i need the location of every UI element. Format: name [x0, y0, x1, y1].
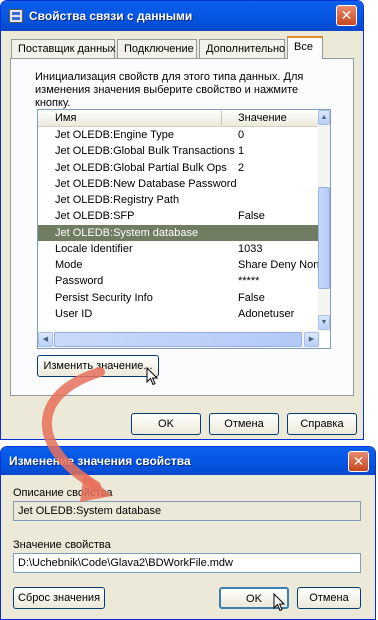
tab-provider[interactable]: Поставщик данных: [11, 39, 116, 58]
dialog2-cancel-button[interactable]: Отмена: [297, 587, 361, 609]
property-name: Mode: [55, 259, 83, 271]
dialog-titlebar[interactable]: Свойства связи с данными ✕: [1, 1, 363, 31]
property-value: Share Deny None: [238, 259, 326, 271]
property-value: 1033: [238, 242, 263, 255]
tab-advanced[interactable]: Дополнительно: [199, 39, 285, 58]
value-label: Значение свойства: [13, 539, 111, 551]
property-name: Persist Security Info: [55, 291, 153, 304]
vertical-scrollbar[interactable]: ▲ ▼: [318, 110, 330, 332]
property-row[interactable]: Persist Security Info False: [38, 290, 320, 306]
dialog2-close-button[interactable]: ✕: [348, 451, 369, 472]
mouse-cursor-icon: [146, 367, 158, 386]
close-icon: ✕: [340, 7, 353, 23]
property-value: *****: [238, 275, 260, 288]
scroll-right-button[interactable]: ▶: [304, 332, 319, 347]
property-row[interactable]: Jet OLEDB:Global Partial Bulk Ops 2: [38, 160, 320, 176]
scroll-down-button[interactable]: ▼: [318, 315, 330, 330]
cancel-button[interactable]: Отмена: [209, 413, 279, 435]
property-row[interactable]: Locale Identifier 1033: [38, 241, 320, 257]
property-name: User ID: [55, 307, 93, 320]
data-link-icon: [9, 9, 23, 23]
property-row[interactable]: Jet OLEDB:Engine Type 0: [38, 127, 320, 143]
property-row[interactable]: Jet OLEDB:Global Bulk Transactions 1: [38, 143, 320, 159]
data-link-properties-dialog: Свойства связи с данными ✕ Поставщик дан…: [0, 0, 364, 440]
dialog2-title: Изменение значения свойства: [9, 454, 191, 468]
property-name: Jet OLEDB:New Database Password: [55, 177, 237, 190]
property-name: Password: [55, 275, 104, 288]
reset-value-button[interactable]: Сброс значения: [13, 587, 105, 609]
edit-property-value-dialog: Изменение значения свойства ✕ Описание с…: [0, 446, 376, 620]
property-name: Jet OLEDB:Global Bulk Transactions: [55, 145, 235, 158]
column-divider[interactable]: [221, 111, 222, 125]
property-row[interactable]: Jet OLEDB:Registry Path: [38, 192, 320, 208]
property-value: 0: [238, 129, 245, 141]
tab-all[interactable]: Все: [287, 36, 323, 59]
properties-grid[interactable]: Имя Значение Jet OLEDB:Engine Type 0 Jet O…: [37, 109, 331, 349]
tab-connection[interactable]: Подключение: [117, 39, 197, 58]
property-row[interactable]: Jet OLEDB:System database: [38, 224, 320, 241]
property-name: Jet OLEDB:Registry Path: [55, 194, 180, 206]
scroll-up-button[interactable]: ▲: [318, 110, 330, 125]
ok-button[interactable]: OK: [131, 413, 201, 435]
grid-header: Имя Значение: [38, 110, 320, 127]
close-icon: ✕: [352, 453, 365, 469]
instructions-text: Инициализация свойств для этого типа дан…: [35, 71, 304, 109]
horizontal-scrollbar[interactable]: ◀ ▶: [38, 331, 320, 348]
property-name: Jet OLEDB:SFP: [55, 210, 135, 223]
mouse-cursor-icon: [273, 593, 285, 612]
property-value: False: [238, 210, 265, 223]
property-name: Locale Identifier: [55, 242, 133, 255]
property-row[interactable]: Jet OLEDB:New Database Password: [38, 176, 320, 192]
help-button[interactable]: Справка: [287, 413, 357, 435]
property-value: Adonetuser: [238, 307, 295, 320]
tab-panel-all: Инициализация свойств для этого типа дан…: [10, 58, 354, 396]
property-row[interactable]: Password *****: [38, 273, 320, 289]
horizontal-scroll-thumb[interactable]: [54, 332, 302, 347]
grid-rows: Jet OLEDB:Engine Type 0 Jet OLEDB:Global B…: [38, 127, 325, 331]
property-value: 2: [238, 161, 245, 174]
property-row[interactable]: Jet OLEDB:SFP False: [38, 208, 320, 224]
value-input[interactable]: D:\Uchebnik\Code\Glava2\BDWorkFile.mdw: [13, 553, 361, 573]
edit-value-button[interactable]: Изменить значение...: [37, 355, 159, 377]
property-row[interactable]: User ID Adonetuser: [38, 306, 320, 322]
description-label: Описание свойства: [13, 487, 113, 499]
dialog-title: Свойства связи с данными: [29, 9, 193, 23]
property-name: Jet OLEDB:Global Partial Bulk Ops: [55, 161, 227, 174]
property-row[interactable]: Mode Share Deny None: [38, 257, 325, 273]
dialog2-titlebar[interactable]: Изменение значения свойства ✕: [1, 447, 375, 475]
column-header-name[interactable]: Имя: [55, 112, 76, 124]
property-value: False: [238, 291, 265, 304]
description-field: Jet OLEDB:System database: [13, 501, 361, 521]
property-value: 1: [238, 145, 245, 158]
column-header-value[interactable]: Значение: [238, 112, 287, 124]
property-name: Jet OLEDB:System database: [55, 226, 199, 239]
vertical-scroll-thumb[interactable]: [318, 187, 330, 289]
close-button[interactable]: ✕: [336, 5, 357, 26]
scroll-left-button[interactable]: ◀: [38, 332, 53, 347]
property-name: Jet OLEDB:Engine Type: [55, 129, 175, 141]
